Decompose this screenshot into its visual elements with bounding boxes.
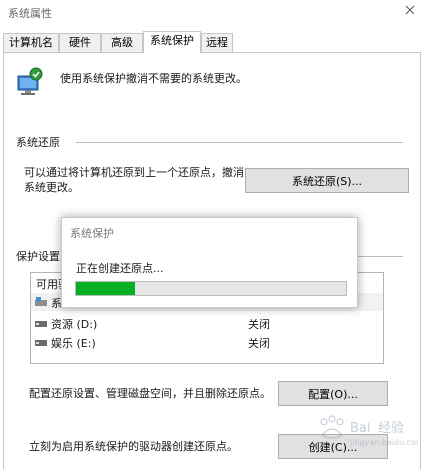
baidu-watermark-logo: Bai 经验 jingyan.baidu.com [320, 415, 418, 447]
configure-description: 配置还原设置、管理磁盘空间，并且删除还原点。 [29, 387, 271, 400]
svg-text:经验: 经验 [378, 420, 404, 436]
system-protection-icon [17, 67, 43, 95]
svg-text:jingyan.baidu.com: jingyan.baidu.com [349, 438, 418, 447]
progress-dialog: 系统保护 正在创建还原点... [61, 217, 358, 308]
tab-advanced[interactable]: 高级 [101, 33, 143, 52]
close-button[interactable] [400, 0, 420, 20]
protection-settings-heading: 保护设置 [16, 250, 60, 263]
tab-system-protection[interactable]: 系统保护 [143, 31, 201, 53]
drive-protection-status: 关闭 [248, 318, 270, 331]
system-drive-icon [35, 297, 47, 306]
system-restore-heading: 系统还原 [16, 136, 60, 149]
dialog-title: 系统保护 [70, 227, 114, 240]
divider [358, 256, 403, 257]
window-title: 系统属性 [8, 7, 52, 20]
close-icon [405, 5, 415, 15]
intro-text: 使用系统保护撤消不需要的系统更改。 [60, 72, 247, 85]
system-restore-description: 可以通过将计算机还原到上一个还原点，撤消系统更改。 [24, 166, 244, 194]
progress-bar-fill [76, 282, 136, 295]
progress-message: 正在创建还原点... [76, 262, 164, 275]
svg-text:Bai: Bai [350, 421, 371, 436]
title-bar: 系统属性 [0, 0, 424, 30]
drive-protection-status: 关闭 [248, 337, 270, 350]
create-description: 立刻为启用系统保护的驱动器创建还原点。 [29, 440, 238, 453]
tab-computer-name[interactable]: 计算机名 [3, 33, 59, 52]
divider [76, 142, 403, 143]
drive-icon [35, 321, 47, 327]
system-restore-button[interactable]: 系统还原(S)... [245, 168, 409, 193]
configure-button[interactable]: 配置(O)... [278, 381, 388, 406]
drive-row[interactable]: 娱乐 (E:) 关闭 [31, 333, 383, 351]
tab-hardware[interactable]: 硬件 [59, 33, 101, 52]
drive-row[interactable]: 资源 (D:) 关闭 [31, 314, 383, 332]
drive-icon [35, 340, 47, 346]
progress-bar [75, 281, 347, 296]
drive-name: 娱乐 (E:) [51, 337, 96, 350]
tab-remote[interactable]: 远程 [201, 33, 233, 52]
drive-name: 资源 (D:) [51, 318, 98, 331]
